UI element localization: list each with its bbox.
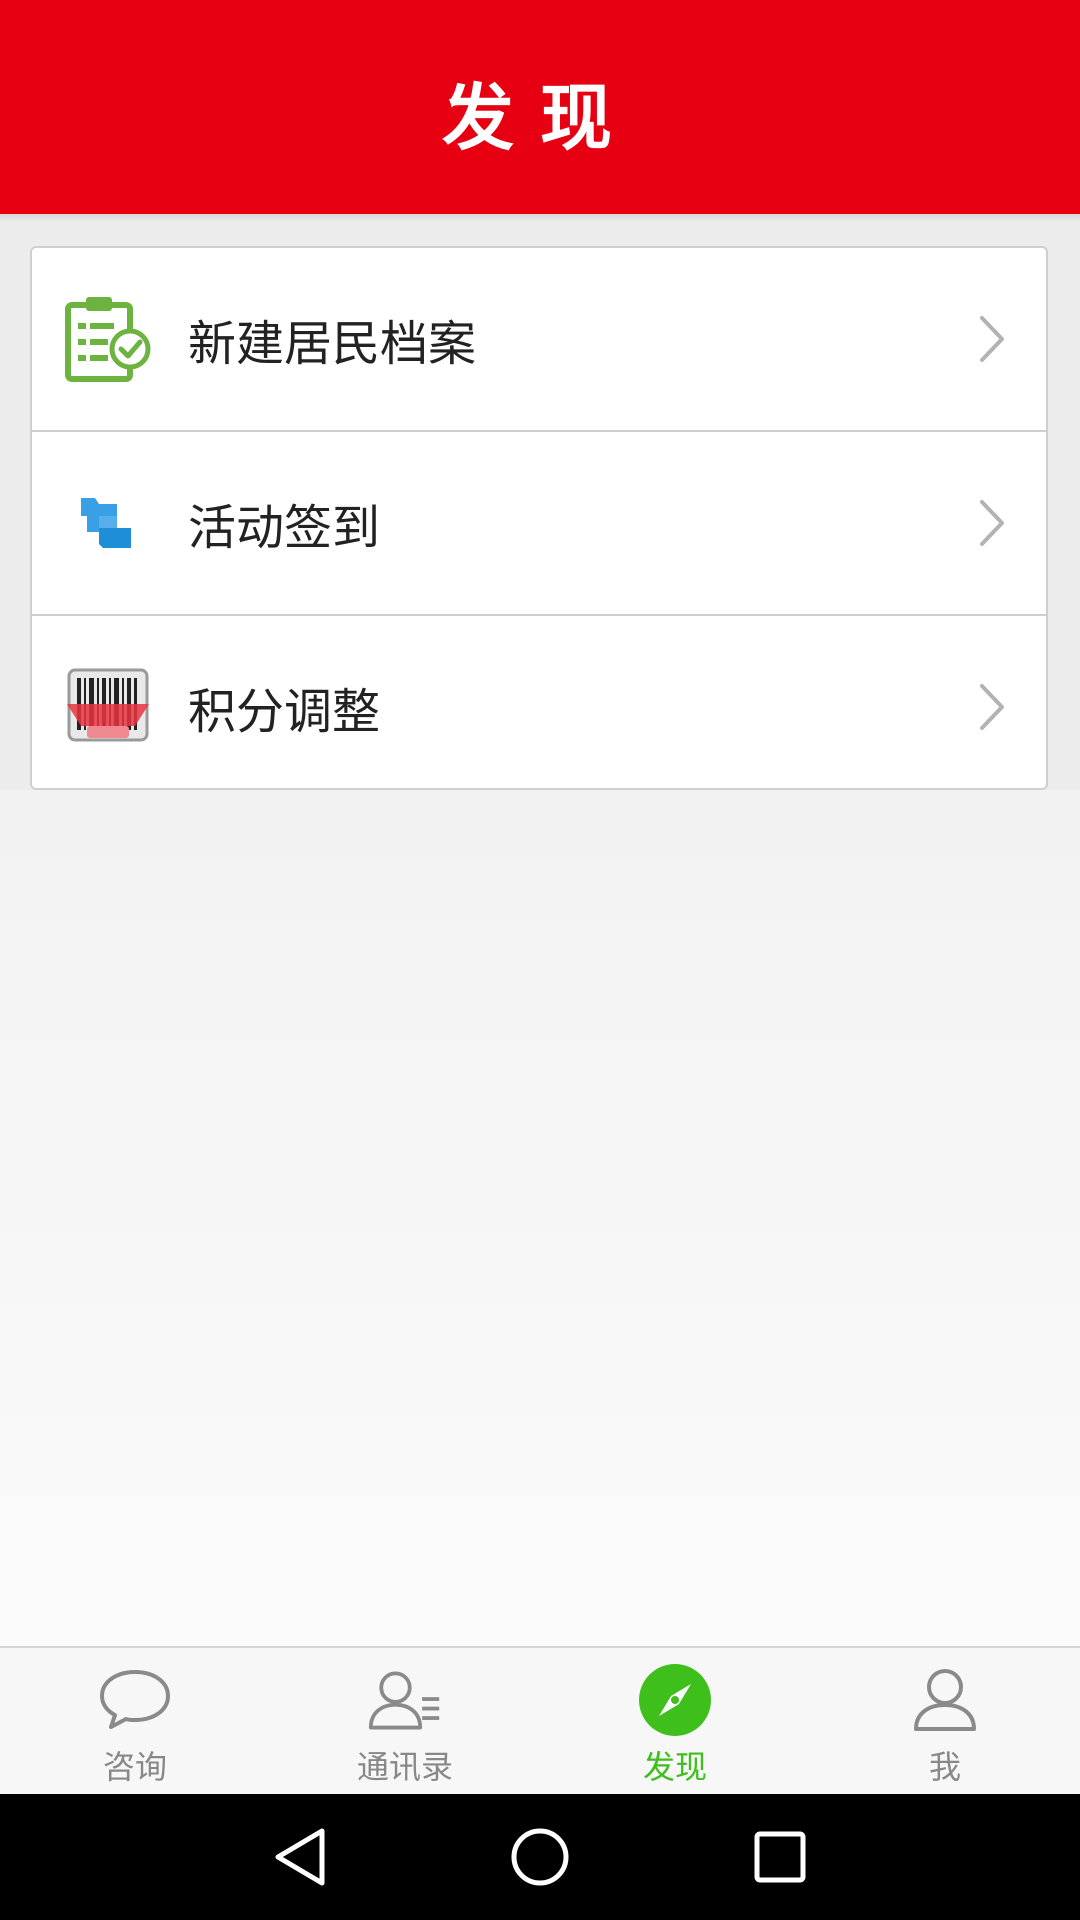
tab-me[interactable]: 我 [810, 1648, 1080, 1794]
menu-item-label: 新建居民档案 [188, 316, 477, 372]
chevron-right-icon [980, 316, 1004, 362]
recents-icon[interactable] [740, 1817, 820, 1897]
tab-label: 咨询 [102, 1748, 167, 1786]
discover-menu-card: 新建居民档案 活动签到 积分调整 [30, 246, 1048, 790]
header-shadow [0, 214, 1080, 222]
contacts-icon [367, 1662, 443, 1738]
menu-item-label: 活动签到 [188, 500, 381, 556]
system-navigation-bar [0, 1794, 1080, 1920]
page-title: 发现 [441, 75, 638, 160]
person-icon [907, 1662, 983, 1738]
app-header: 发现 [0, 0, 1080, 214]
barcode-scan-icon [58, 657, 158, 757]
discover-screen: 发现 新建居民档案 活动签到 积分调整 咨询 通讯录 发现 我 [0, 0, 1080, 1920]
bottom-tab-bar: 咨询 通讯录 发现 我 [0, 1646, 1080, 1794]
home-icon[interactable] [500, 1817, 580, 1897]
chat-bubble-icon [97, 1662, 173, 1738]
tab-label: 通讯录 [356, 1748, 453, 1786]
tab-label: 发现 [642, 1748, 707, 1786]
tab-discover[interactable]: 发现 [540, 1648, 810, 1794]
menu-item-label: 积分调整 [188, 684, 381, 740]
empty-content-area [0, 790, 1080, 1646]
chevron-right-icon [980, 500, 1004, 546]
menu-item-points-adjustment[interactable]: 积分调整 [32, 614, 1046, 788]
compass-icon [637, 1662, 713, 1738]
chevron-right-icon [980, 684, 1004, 730]
check-in-icon [58, 473, 158, 573]
menu-item-new-resident-record[interactable]: 新建居民档案 [32, 248, 1046, 430]
tab-contacts[interactable]: 通讯录 [270, 1648, 540, 1794]
clipboard-check-icon [58, 289, 158, 389]
menu-item-activity-check-in[interactable]: 活动签到 [32, 430, 1046, 614]
back-icon[interactable] [260, 1817, 340, 1897]
tab-consult[interactable]: 咨询 [0, 1648, 270, 1794]
tab-label: 我 [928, 1748, 961, 1786]
